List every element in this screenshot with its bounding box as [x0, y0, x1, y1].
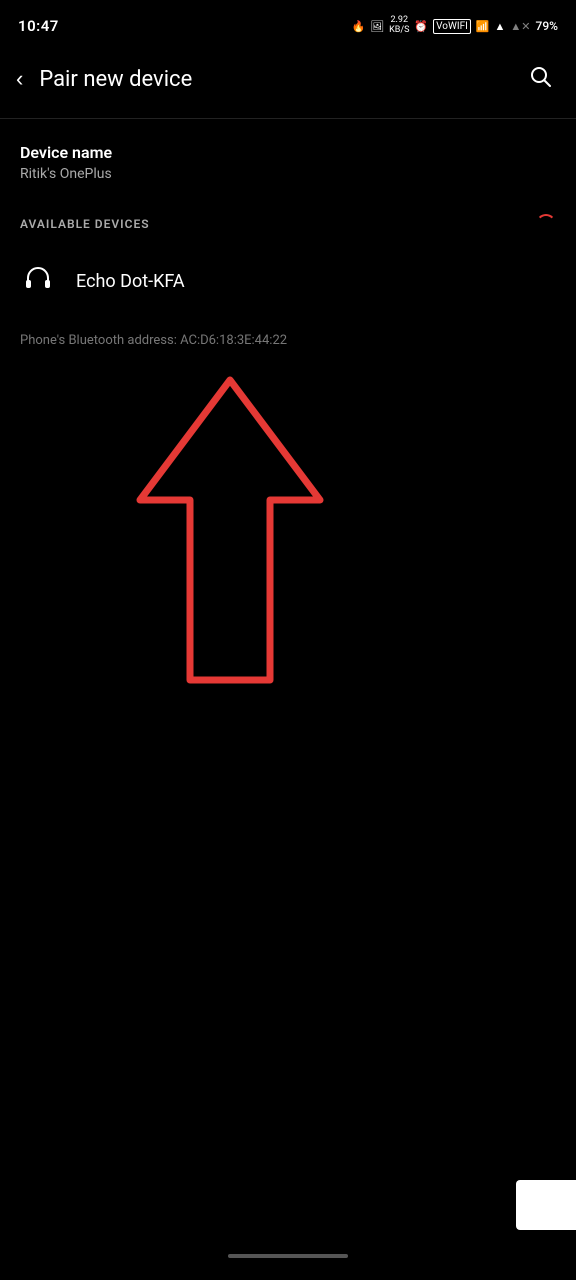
- home-indicator: [228, 1254, 348, 1258]
- bluetooth-address: Phone's Bluetooth address: AC:D6:18:3E:4…: [20, 333, 556, 364]
- wifi-icon: 📶: [476, 20, 490, 33]
- back-button[interactable]: ‹: [8, 58, 31, 100]
- device-name-label: Device name: [20, 143, 556, 162]
- device-name-section: Device name Ritik's OnePlus: [20, 143, 556, 182]
- status-icons: 🔥 🖼 2.92 KB/S ⏰ VoWIFI 📶 ▲ ▲✕ 79%: [351, 16, 558, 36]
- device-item-name: Echo Dot-KFA: [76, 271, 185, 292]
- signal-x-icon: ▲✕: [510, 20, 530, 33]
- content: Device name Ritik's OnePlus AVAILABLE DE…: [0, 119, 576, 364]
- page-title: Pair new device: [39, 67, 192, 92]
- alarm-icon: ⏰: [414, 20, 428, 33]
- arrow-annotation: [100, 370, 360, 690]
- loading-spinner: [536, 214, 556, 234]
- device-name-value: Ritik's OnePlus: [20, 166, 556, 182]
- available-header: AVAILABLE DEVICES: [20, 214, 556, 234]
- data-speed: 2.92 KB/S: [389, 16, 409, 36]
- signal-icon: ▲: [495, 20, 506, 33]
- battery-level: 79%: [536, 19, 558, 33]
- search-button[interactable]: [520, 56, 560, 102]
- status-time: 10:47: [18, 17, 59, 35]
- device-item[interactable]: Echo Dot-KFA: [20, 250, 556, 313]
- app-bar: ‹ Pair new device: [0, 48, 576, 119]
- headphone-icon: [20, 262, 56, 301]
- drop-icon: 🔥: [351, 20, 365, 33]
- available-devices-section: AVAILABLE DEVICES Echo Dot-KFA: [20, 214, 556, 313]
- vowifi-icon: VoWIFI: [433, 19, 471, 34]
- search-icon: [528, 64, 552, 88]
- image-icon: 🖼: [370, 20, 384, 33]
- bottom-nav: [0, 1232, 576, 1280]
- app-bar-left: ‹ Pair new device: [8, 58, 192, 100]
- available-devices-label: AVAILABLE DEVICES: [20, 217, 150, 231]
- status-bar: 10:47 🔥 🖼 2.92 KB/S ⏰ VoWIFI 📶 ▲ ▲✕ 79%: [0, 0, 576, 48]
- white-rect: [516, 1180, 576, 1230]
